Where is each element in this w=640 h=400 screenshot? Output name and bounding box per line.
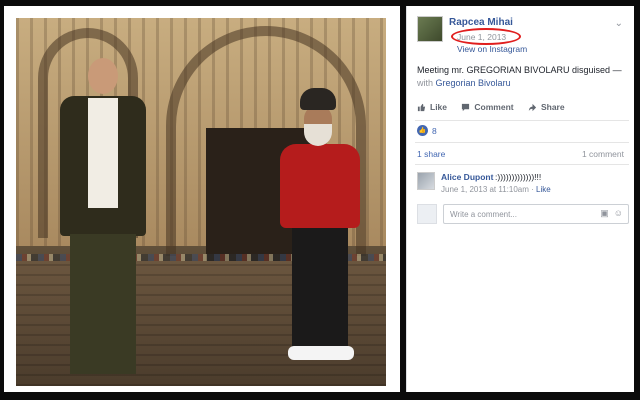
likes-number: 8 — [432, 125, 437, 136]
chevron-down-icon[interactable]: ⌄ — [615, 18, 623, 29]
tagged-person-link[interactable]: Gregorian Bivolaru — [436, 78, 511, 88]
person-left-head — [88, 58, 118, 94]
post-photo[interactable] — [16, 18, 386, 386]
comment-button[interactable]: Comment — [461, 102, 514, 112]
commenter-name[interactable]: Alice Dupont — [441, 172, 493, 182]
comment-icon — [462, 103, 470, 111]
photo-viewer: Rapcea Mihai June 1, 2013 View on Instag… — [0, 0, 640, 400]
person-left-legs — [70, 234, 136, 374]
camera-icon[interactable]: ▣ — [600, 208, 609, 219]
message-text: Meeting mr. GREGORIAN BIVOLARU disguised… — [417, 65, 622, 75]
person-right-shoes — [288, 346, 354, 360]
person-left — [48, 58, 158, 378]
post-message: Meeting mr. GREGORIAN BIVOLARU disguised… — [417, 64, 629, 90]
person-right — [274, 88, 366, 368]
share-button[interactable]: Share — [528, 102, 565, 112]
emoji-icon[interactable]: ☺ — [614, 208, 623, 219]
comment-timestamp[interactable]: June 1, 2013 at 11:10am — [441, 185, 529, 194]
view-on-instagram-link[interactable]: View on Instagram — [457, 44, 527, 54]
share-label: Share — [540, 102, 565, 112]
person-right-legs — [292, 226, 348, 352]
comment-meta: June 1, 2013 at 11:10am · Like — [441, 185, 551, 194]
author-avatar[interactable] — [417, 16, 443, 42]
comment-item: Alice Dupont :)))))))))))))!!! June 1, 2… — [417, 172, 627, 200]
comment-label: Comment — [474, 102, 514, 112]
commenter-avatar[interactable] — [417, 172, 435, 190]
like-badge-icon: 👍 — [417, 125, 428, 136]
post-date[interactable]: June 1, 2013 — [457, 32, 506, 42]
person-right-beard — [304, 124, 332, 146]
author-name[interactable]: Rapcea Mihai — [449, 17, 513, 28]
share-icon — [528, 103, 537, 111]
comment-text: :)))))))))))))!!! — [495, 172, 542, 182]
photo-container[interactable] — [4, 6, 400, 392]
viewer-avatar — [417, 204, 437, 224]
post-actions: Like Comment Share — [417, 102, 627, 118]
shares-link[interactable]: 1 share — [417, 149, 445, 159]
divider — [415, 120, 629, 121]
like-button[interactable]: Like — [417, 102, 447, 112]
post-side-panel: Rapcea Mihai June 1, 2013 View on Instag… — [406, 6, 634, 392]
comments-count[interactable]: 1 comment — [582, 149, 624, 159]
person-left-shirt — [88, 98, 118, 208]
likes-count[interactable]: 👍 8 — [417, 125, 437, 136]
composer-icons: ▣ ☺ — [600, 208, 623, 219]
like-label: Like — [430, 102, 448, 112]
person-right-turban — [300, 88, 336, 110]
with-label: with — [417, 78, 434, 88]
divider — [415, 164, 629, 165]
like-icon — [417, 103, 426, 111]
post-header: Rapcea Mihai June 1, 2013 View on Instag… — [417, 16, 627, 56]
comment-like-link[interactable]: Like — [536, 185, 551, 194]
person-right-jacket — [280, 144, 360, 228]
divider — [415, 142, 629, 143]
comment-composer: Write a comment... ▣ ☺ — [417, 204, 629, 226]
